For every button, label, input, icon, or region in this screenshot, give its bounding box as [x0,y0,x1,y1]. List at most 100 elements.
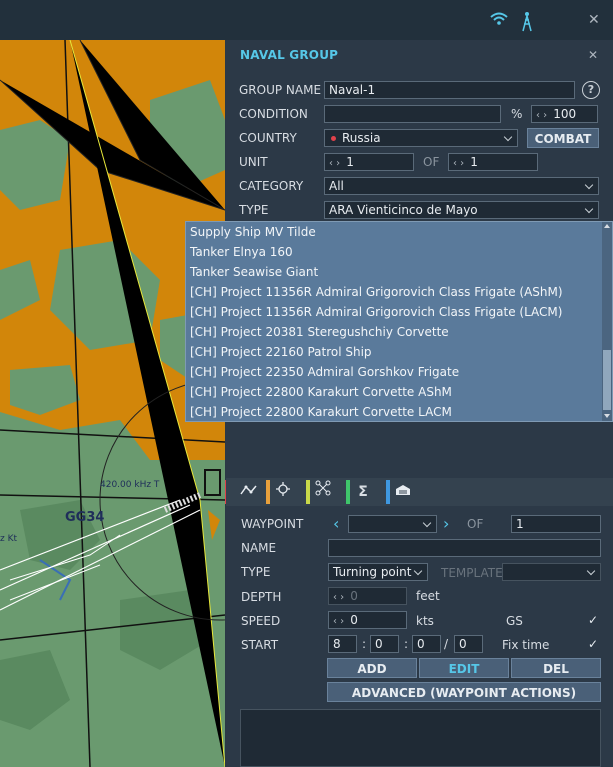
panel-close-icon[interactable]: ✕ [588,48,598,62]
scroll-thumb[interactable] [603,350,611,410]
type-dropdown-list[interactable]: Supply Ship MV Tilde Tanker Elnya 160 Tank… [185,221,613,422]
cargo-icon [395,484,411,500]
type-option[interactable]: [CH] Project 22160 Patrol Ship [186,342,612,362]
radio-tower-icon [520,10,534,35]
wifi-icon [490,12,508,29]
waypoint-total: 1 [511,515,601,533]
panel-title: NAVAL GROUP [240,48,339,62]
condition-label: CONDITION [239,107,308,121]
stepper-arrows-icon[interactable]: ‹ › [536,110,547,121]
condition-stepper[interactable]: ‹ › 100 [531,105,598,123]
type-label: TYPE [239,203,269,217]
dropdown-scrollbar[interactable] [602,222,612,421]
tab-drone[interactable] [306,480,340,504]
depth-value: 0 [350,589,358,603]
target-icon [276,482,290,500]
start-minutes-input[interactable]: 0 [370,635,399,653]
speed-label: SPEED [241,614,281,628]
tab-target[interactable] [266,480,300,504]
stepper-arrows-icon[interactable]: ‹ › [329,158,340,169]
depth-unit: feet [416,589,440,603]
help-button[interactable]: ? [582,81,600,99]
speed-value: 0 [350,613,358,627]
gs-checkbox[interactable]: ✓ [586,613,600,627]
condition-value: 100 [553,107,577,121]
tab-stripe [266,480,270,504]
stepper-arrows-icon: ‹ › [333,592,345,603]
map-label-grid: GG34 [65,510,105,525]
waypoint-type-select[interactable]: Turning point [328,563,428,581]
waypoint-label: WAYPOINT [241,517,304,531]
waypoint-type-label: TYPE [241,565,271,579]
condition-percent-sign: % [511,107,523,121]
scroll-down-icon[interactable] [604,414,610,418]
time-separator: : [362,637,367,651]
tab-sum[interactable]: Σ [346,480,380,504]
speed-stepper[interactable]: ‹ › 0 [328,611,407,629]
map-label-speed: z Kt [0,534,18,544]
edit-waypoint-button[interactable]: EDIT [419,658,509,678]
unit-label: UNIT [239,155,268,169]
template-select [502,563,601,581]
map-label-frequency: 420.00 kHz T [100,480,160,490]
tab-stripe [346,480,350,504]
type-option[interactable]: [CH] Project 11356R Admiral Grigorovich … [186,302,612,322]
stepper-arrows-icon[interactable]: ‹ › [333,616,344,627]
unit-total-value: 1 [470,155,478,169]
stepper-arrows-icon[interactable]: ‹ › [453,158,464,169]
type-option[interactable]: [CH] Project 22800 Karakurt Corvette LAC… [186,402,612,421]
tab-stripe [306,480,310,504]
scroll-up-icon[interactable] [604,224,610,228]
add-waypoint-button[interactable]: ADD [327,658,417,678]
top-bar: ✕ [0,0,613,40]
fix-time-label: Fix time [502,638,550,652]
depth-label: DEPTH [241,590,282,604]
category-select[interactable]: All [324,177,599,195]
type-option[interactable]: Tanker Elnya 160 [186,242,612,262]
tab-route[interactable] [232,480,266,504]
type-option[interactable]: [CH] Project 22350 Admiral Gorshkov Frig… [186,362,612,382]
time-separator: : [404,637,409,651]
type-option[interactable]: Supply Ship MV Tilde [186,222,612,242]
route-icon [240,484,258,500]
tab-cargo[interactable] [386,480,420,504]
sum-icon: Σ [358,484,368,500]
category-label: CATEGORY [239,179,304,193]
type-option[interactable]: Tanker Seawise Giant [186,262,612,282]
start-seconds-input[interactable]: 0 [412,635,441,653]
group-name-input[interactable]: Naval-1 [324,81,575,99]
template-label: TEMPLATE [441,566,503,580]
delete-waypoint-button[interactable]: DEL [511,658,601,678]
gs-label: GS [506,614,523,628]
group-tab-bar: Σ [226,478,613,506]
actions-list[interactable] [240,709,601,767]
group-name-label: GROUP NAME [239,83,322,97]
condition-input[interactable] [324,105,501,123]
unit-value: 1 [346,155,354,169]
country-flag-icon [331,136,336,141]
type-option[interactable]: [CH] Project 11356R Admiral Grigorovich … [186,282,612,302]
country-label: COUNTRY [239,131,297,145]
day-separator: / [444,637,449,651]
app-close-icon[interactable]: ✕ [588,12,600,28]
start-hours-input[interactable]: 8 [328,635,357,653]
chevron-right-icon[interactable]: › [443,514,449,533]
start-label: START [241,638,279,652]
combat-button[interactable]: COMBAT [527,128,599,148]
name-label: NAME [241,541,277,555]
fix-time-checkbox[interactable]: ✓ [586,637,600,651]
advanced-waypoint-actions-button[interactable]: ADVANCED (WAYPOINT ACTIONS) [327,682,601,702]
waypoint-select[interactable] [348,515,437,533]
unit-of-label: OF [423,155,440,169]
country-select[interactable]: Russia [324,129,518,147]
type-select[interactable]: ARA Vienticinco de Mayo [324,201,599,219]
type-option[interactable]: [CH] Project 22800 Karakurt Corvette ASh… [186,382,612,402]
type-option[interactable]: [CH] Project 20381 Steregushchiy Corvett… [186,322,612,342]
waypoint-of-label: OF [467,517,484,531]
unit-total-stepper[interactable]: ‹ › 1 [448,153,538,171]
waypoint-name-input[interactable] [328,539,601,557]
chevron-left-icon[interactable]: ‹ [333,514,339,533]
start-day-input[interactable]: 0 [454,635,483,653]
country-value: Russia [342,131,381,145]
unit-stepper[interactable]: ‹ › 1 [324,153,414,171]
